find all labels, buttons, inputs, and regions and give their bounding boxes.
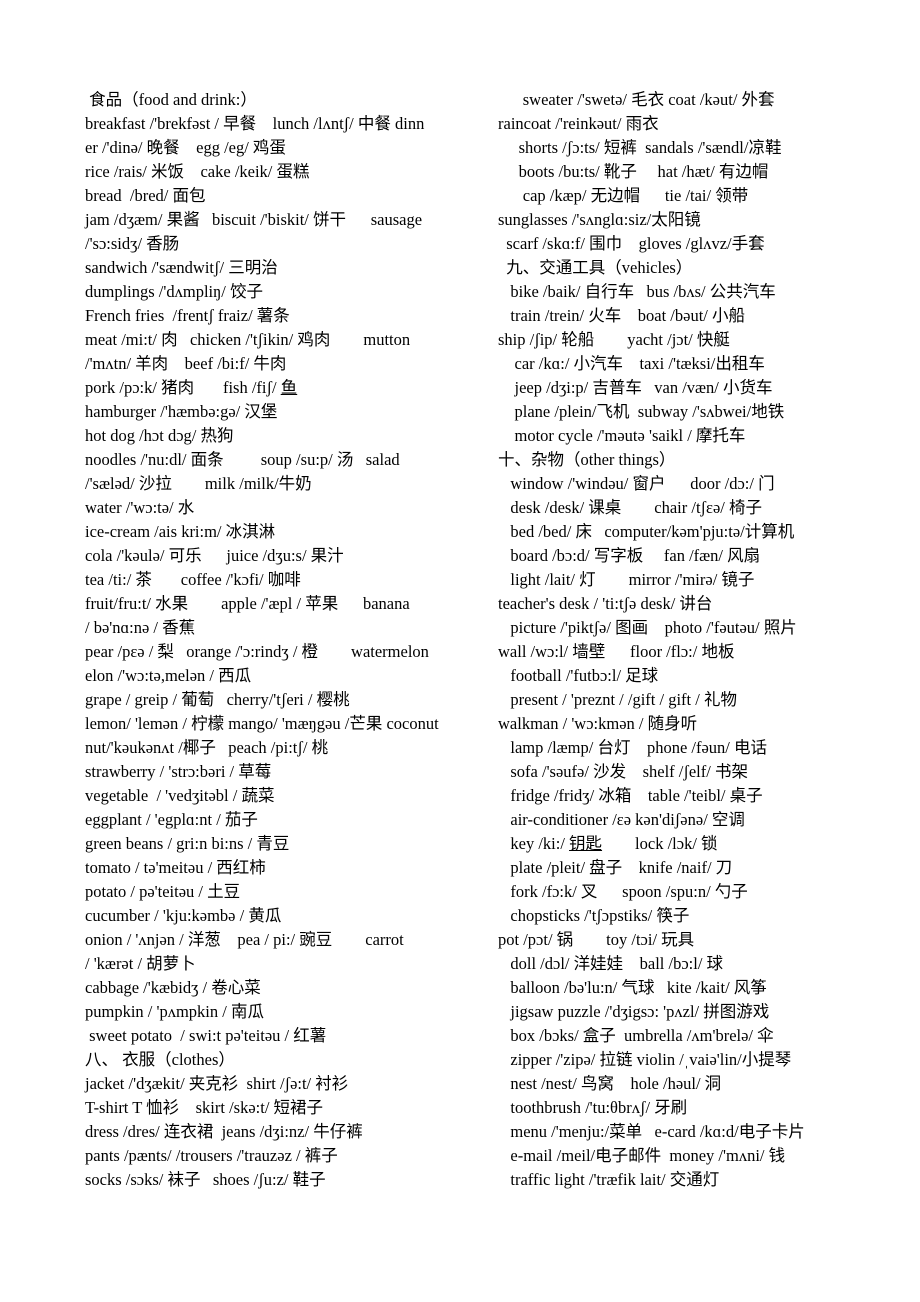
right-text-column: sweater /'swetə/ 毛衣 coat /kəut/ 外套 rainco… [498,88,916,1192]
vocab-right-line: nest /nest/ 鸟窝 hole /həul/ 洞 [498,1074,722,1093]
vocab-right-line: balloon /bə'lu:n/ 气球 kite /kait/ 风筝 [498,978,767,997]
vocab-left-line: 八、 衣服（clothes） [85,1050,235,1069]
vocab-right-line: raincoat /'reinkəut/ 雨衣 [498,114,659,133]
vocab-left-line: rice /rais/ 米饭 cake /keik/ 蛋糕 [85,162,310,181]
vocab-left-line: / bə'nɑ:nə / 香蕉 [85,618,196,637]
vocab-right-line: fridge /fridʒ/ 冰箱 table /'teibl/ 桌子 [498,786,763,805]
vocab-right-line: light /lait/ 灯 mirror /'mirə/ 镜子 [498,570,755,589]
vocab-left-line: ice-cream /ais kri:m/ 冰淇淋 [85,522,276,541]
vocab-left-line: fruit/fru:t/ 水果 apple /'æpl / 苹果 banana [85,594,410,613]
vocab-right-line: key /ki:/ 钥匙 lock /lɔk/ 锁 [498,834,718,853]
vocab-left-line: sweet potato / swi:t pə'teitəu / 红薯 [85,1026,327,1045]
vocab-right-line: scarf /skɑ:f/ 围巾 gloves /glʌvz/手套 [498,234,765,253]
vocab-right-line: boots /bu:ts/ 靴子 hat /hæt/ 有边帽 [498,162,769,181]
vocab-left-line: tomato / tə'meitəu / 西红柿 [85,858,266,877]
vocab-left-line: vegetable / 'vedʒitəbl / 蔬菜 [85,786,275,805]
vocab-right-line: air-conditioner /ɛə kən'diʃənə/ 空调 [498,810,745,829]
vocab-left-line: lemon/ 'lemən / 柠檬 mango/ 'mæŋgəu /芒果 co… [85,714,439,733]
vocab-right-line: motor cycle /'məutə 'saikl / 摩托车 [498,426,746,445]
vocab-left-line: /'sɔ:sidʒ/ 香肠 [85,234,180,253]
vocab-left-line: noodles /'nu:dl/ 面条 soup /su:p/ 汤 salad [85,450,400,469]
vocab-left-line: potato / pə'teitəu / 土豆 [85,882,241,901]
vocab-left-line: socks /sɔks/ 袜子 shoes /ʃu:z/ 鞋子 [85,1170,326,1189]
left-text-column: 食品（food and drink:） breakfast /'brekfəst … [85,88,497,1192]
vocab-right-line: board /bɔ:d/ 写字板 fan /fæn/ 风扇 [498,546,761,565]
vocab-right-line: zipper /'zipə/ 拉链 violin /ˌvaiə'lin/小提琴 [498,1050,792,1069]
vocab-right-line: picture /'piktʃə/ 图画 photo /'fəutəu/ 照片 [498,618,797,637]
vocab-left-line: pear /pɛə / 梨 orange /'ɔ:rindʒ / 橙 water… [85,642,429,661]
vocab-left-line: cabbage /'kæbidʒ / 卷心菜 [85,978,261,997]
vocab-right-line: wall /wɔ:l/ 墙壁 floor /flɔ:/ 地板 [498,642,735,661]
vocab-right-line: menu /'menju:/菜单 e-card /kɑ:d/电子卡片 [498,1122,805,1141]
vocab-right-line: bike /baik/ 自行车 bus /bʌs/ 公共汽车 [498,282,776,301]
vocab-right-line: traffic light /'træfik lait/ 交通灯 [498,1170,720,1189]
vocab-left-line: cucumber / 'kju:kəmbə / 黄瓜 [85,906,282,925]
vocab-left-line: jam /dʒæm/ 果酱 biscuit /'biskit/ 饼干 sausa… [85,210,423,229]
vocab-right-line: cap /kæp/ 无边帽 tie /tai/ 领带 [498,186,749,205]
vocab-right-line: pot /pɔt/ 锅 toy /tɔi/ 玩具 [498,930,695,949]
vocab-left-line: er /'dinə/ 晚餐 egg /eg/ 鸡蛋 [85,138,286,157]
vocab-right-line: sunglasses /'sʌnglɑ:siz/太阳镜 [498,210,701,229]
vocab-left-line: onion / 'ʌnjən / 洋葱 pea / pi:/ 豌豆 carrot [85,930,404,949]
vocab-left-line: meat /mi:t/ 肉 chicken /'tʃikin/ 鸡肉 mutto… [85,330,411,349]
vocab-right-line: desk /desk/ 课桌 chair /tʃɛə/ 椅子 [498,498,763,517]
vocab-right-line: e-mail /meil/电子邮件 money /'mʌni/ 钱 [498,1146,786,1165]
vocab-left-line: hot dog /hɔt dɔg/ 热狗 [85,426,234,445]
document-page: 食品（food and drink:） breakfast /'brekfəst … [0,0,920,1302]
vocab-left-line: /'mʌtn/ 羊肉 beef /bi:f/ 牛肉 [85,354,287,373]
vocab-left-line: bread /bred/ 面包 [85,186,206,205]
vocab-left-line: dress /dres/ 连衣裙 jeans /dʒi:nz/ 牛仔裤 [85,1122,363,1141]
vocab-left-line: jacket /'dʒækit/ 夹克衫 shirt /ʃə:t/ 衬衫 [85,1074,349,1093]
vocab-right-line: window /'windəu/ 窗户 door /dɔ:/ 门 [498,474,775,493]
vocab-right-line: doll /dɔl/ 洋娃娃 ball /bɔ:l/ 球 [498,954,724,973]
vocab-right-line: plate /pleit/ 盘子 knife /naif/ 刀 [498,858,733,877]
vocab-left-line: pumpkin / 'pʌmpkin / 南瓜 [85,1002,264,1021]
vocab-right-line: shorts /ʃɔ:ts/ 短裤 sandals /'sændl/凉鞋 [498,138,782,157]
vocab-right-line: football /'futbɔ:l/ 足球 [498,666,659,685]
vocab-right-line: car /kɑ:/ 小汽车 taxi /'tæksi/出租车 [498,354,765,373]
vocab-right-line: walkman / 'wɔ:kmən / 随身听 [498,714,698,733]
vocab-left-line: eggplant / 'egplɑ:nt / 茄子 [85,810,258,829]
vocab-left-line: hamburger /'hæmbə:gə/ 汉堡 [85,402,278,421]
vocab-right-line: train /trein/ 火车 boat /bəut/ 小船 [498,306,746,325]
vocab-right-line: teacher's desk / 'ti:tʃə desk/ 讲台 [498,594,713,613]
vocab-right-line: 十、杂物（other things） [498,450,676,469]
vocab-right-line: bed /bed/ 床 computer/kəm'pju:tə/计算机 [498,522,795,541]
vocab-right-line: 九、交通工具（vehicles） [498,258,693,277]
vocab-right-line: jigsaw puzzle /'dʒigsɔ: 'pʌzl/ 拼图游戏 [498,1002,770,1021]
vocab-left-line: French fries /frentʃ fraiz/ 薯条 [85,306,290,325]
vocab-right-line: sofa /'səufə/ 沙发 shelf /ʃelf/ 书架 [498,762,748,781]
vocab-left-line: strawberry / 'strɔ:bəri / 草莓 [85,762,272,781]
vocab-right-line: fork /fɔ:k/ 叉 spoon /spu:n/ 勺子 [498,882,748,901]
vocab-right-line: chopsticks /'tʃɔpstiks/ 筷子 [498,906,690,925]
vocab-left-line: elon /'wɔ:tə,melən / 西瓜 [85,666,252,685]
vocab-left-line: /'sæləd/ 沙拉 milk /milk/牛奶 [85,474,312,493]
vocab-left-line: green beans / gri:n bi:ns / 青豆 [85,834,290,853]
vocab-right-line: toothbrush /'tu:θbrʌʃ/ 牙刷 [498,1098,688,1117]
vocab-left-line: nut/'kəukənʌt /椰子 peach /pi:tʃ/ 桃 [85,738,329,757]
vocab-right-line: ship /ʃip/ 轮船 yacht /jɔt/ 快艇 [498,330,730,349]
vocab-left-line: dumplings /'dʌmpliŋ/ 饺子 [85,282,263,301]
vocab-left-line: tea /ti:/ 茶 coffee /'kɔfi/ 咖啡 [85,570,301,589]
vocab-left-line: water /'wɔ:tə/ 水 [85,498,195,517]
vocab-right-line: present / 'preznt / /gift / gift / 礼物 [498,690,737,709]
vocab-right-line: lamp /læmp/ 台灯 phone /fəun/ 电话 [498,738,768,757]
vocab-left-line: T-shirt T 恤衫 skirt /skə:t/ 短裙子 [85,1098,324,1117]
vocab-left-line: pork /pɔ:k/ 猪肉 fish /fiʃ/ 鱼 [85,378,298,397]
vocab-right-line: plane /plein/飞机 subway /'sʌbwei/地铁 [498,402,785,421]
vocab-right-line: sweater /'swetə/ 毛衣 coat /kəut/ 外套 [498,90,775,109]
vocab-left-line: cola /'kəulə/ 可乐 juice /dʒu:s/ 果汁 [85,546,344,565]
vocab-left-line: sandwich /'sændwitʃ/ 三明治 [85,258,278,277]
vocab-left-line: / 'kærət / 胡萝卜 [85,954,196,973]
vocab-right-line: jeep /dʒi:p/ 吉普车 van /væn/ 小货车 [498,378,773,397]
vocab-right-line: box /bɔks/ 盒子 umbrella /ʌm'brelə/ 伞 [498,1026,774,1045]
vocab-left-line: grape / greip / 葡萄 cherry/'tʃeri / 樱桃 [85,690,350,709]
vocab-left-line: breakfast /'brekfəst / 早餐 lunch /lʌntʃ/ … [85,114,425,133]
vocab-left-line: 食品（food and drink:） [85,90,257,109]
vocab-left-line: pants /pænts/ /trousers /'trauzəz / 裤子 [85,1146,338,1165]
